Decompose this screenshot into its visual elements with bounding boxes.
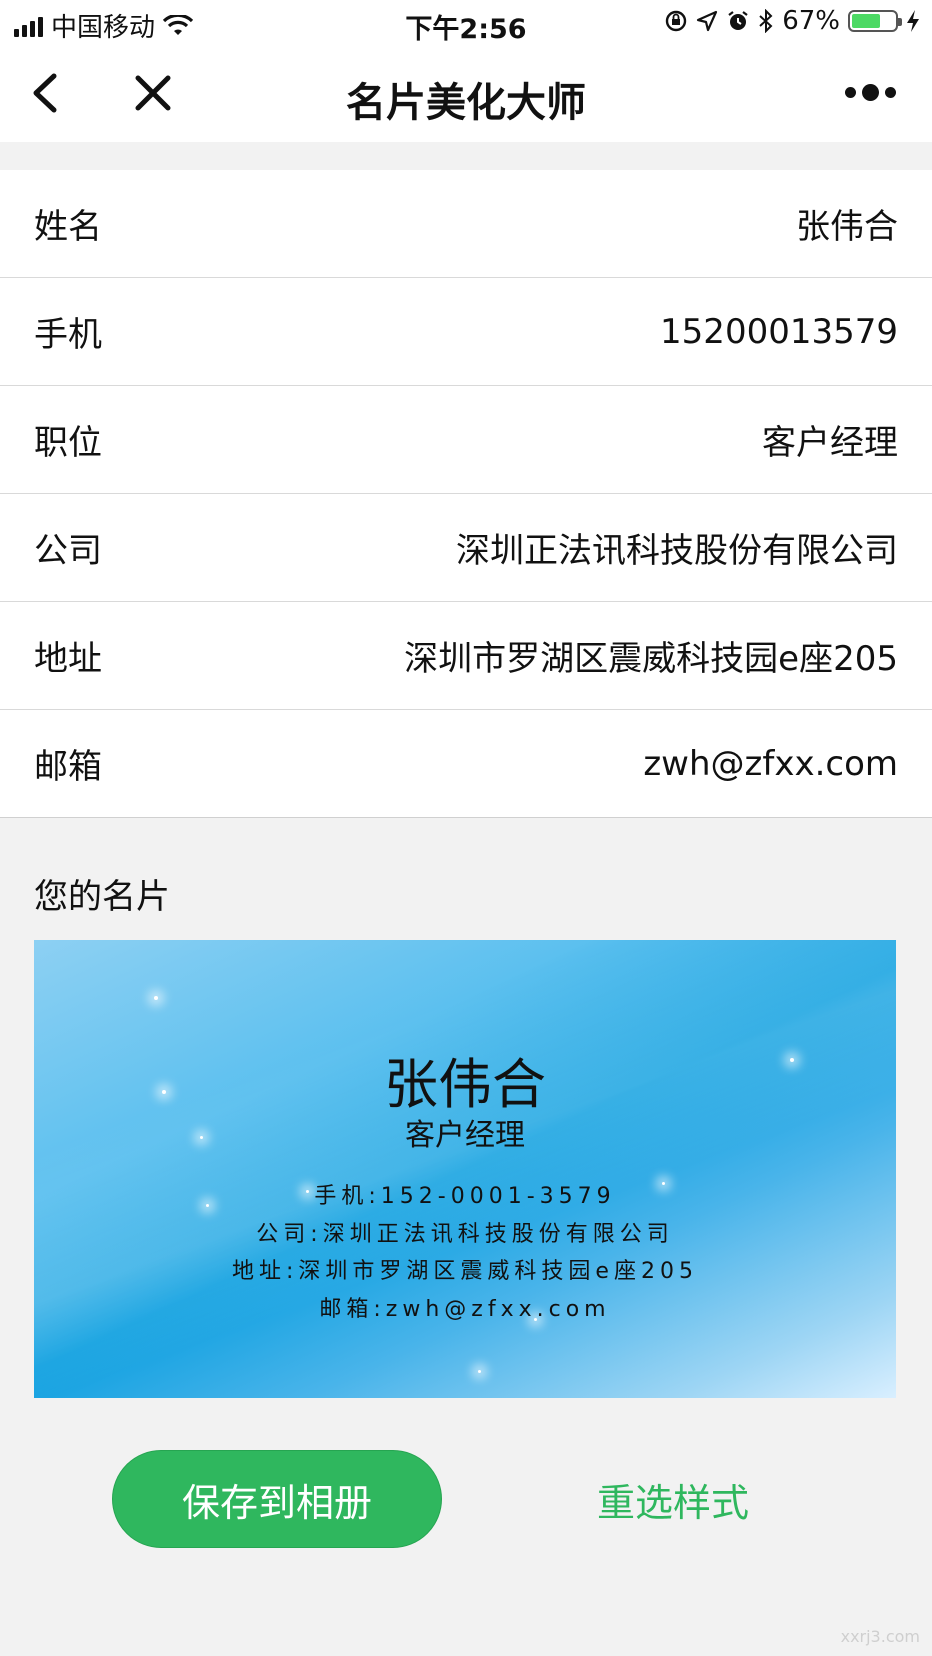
page-title: 名片美化大师 (346, 80, 586, 126)
battery-fill (852, 14, 880, 28)
nav-bar: 名片美化大师 (0, 46, 932, 142)
charging-bolt-icon (907, 10, 919, 32)
card-sheen (34, 940, 896, 1398)
rotation-lock-icon (666, 10, 687, 32)
more-menu-icon[interactable] (845, 84, 896, 101)
card-name: 张伟合 (384, 1053, 546, 1116)
form-row-company[interactable]: 公司 深圳正法讯科技股份有限公司 (0, 494, 932, 602)
battery-icon (848, 10, 902, 32)
card-position: 客户经理 (405, 1118, 525, 1153)
company-label: 公司 (34, 531, 102, 571)
company-field[interactable]: 深圳正法讯科技股份有限公司 (456, 523, 898, 572)
card-phone-line: 手机:152-0001-3579 (314, 1184, 616, 1209)
name-label: 姓名 (34, 207, 102, 247)
position-label: 职位 (34, 423, 102, 463)
location-arrow-icon (697, 10, 718, 32)
card-address-line: 地址:深圳市罗湖区震威科技园e座205 (232, 1259, 698, 1284)
status-bar: 中国移动 下午2:56 67% (0, 0, 932, 46)
status-right: 67% (664, 6, 920, 36)
card-email-line: 邮箱:zwh@zfxx.com (319, 1297, 611, 1322)
email-field[interactable]: zwh@zfxx.com (643, 744, 898, 784)
business-card-preview: 张伟合 客户经理 手机:152-0001-3579 公司:深圳正法讯科技股份有限… (34, 940, 896, 1398)
watermark: xxrj3.com (840, 1627, 920, 1646)
screen: 中国移动 下午2:56 67% 名片美化大师 姓名 张伟合 手机 1520001… (0, 0, 932, 1656)
battery-percent: 67% (782, 6, 840, 36)
phone-field[interactable]: 15200013579 (660, 312, 898, 352)
sparkle (478, 1370, 481, 1373)
form-row-name[interactable]: 姓名 张伟合 (0, 170, 932, 278)
name-field[interactable]: 张伟合 (796, 199, 898, 248)
bluetooth-icon (759, 9, 773, 33)
phone-label: 手机 (34, 315, 102, 355)
form-row-phone[interactable]: 手机 15200013579 (0, 278, 932, 386)
card-info-form: 姓名 张伟合 手机 15200013579 职位 客户经理 公司 深圳正法讯科技… (0, 170, 932, 818)
card-section-title: 您的名片 (34, 877, 170, 917)
restyle-button[interactable]: 重选样式 (560, 1450, 786, 1548)
form-row-position[interactable]: 职位 客户经理 (0, 386, 932, 494)
address-label: 地址 (34, 639, 102, 679)
form-row-email[interactable]: 邮箱 zwh@zfxx.com (0, 710, 932, 818)
sparkle (154, 996, 158, 1000)
card-company-line: 公司:深圳正法讯科技股份有限公司 (256, 1222, 674, 1247)
position-field[interactable]: 客户经理 (762, 415, 898, 464)
email-label: 邮箱 (34, 747, 102, 787)
save-to-album-button[interactable]: 保存到相册 (112, 1450, 442, 1548)
form-row-address[interactable]: 地址 深圳市罗湖区震威科技园e座205 (0, 602, 932, 710)
alarm-icon (728, 11, 748, 30)
address-field[interactable]: 深圳市罗湖区震威科技园e座205 (404, 631, 898, 680)
battery-nub (898, 18, 902, 26)
